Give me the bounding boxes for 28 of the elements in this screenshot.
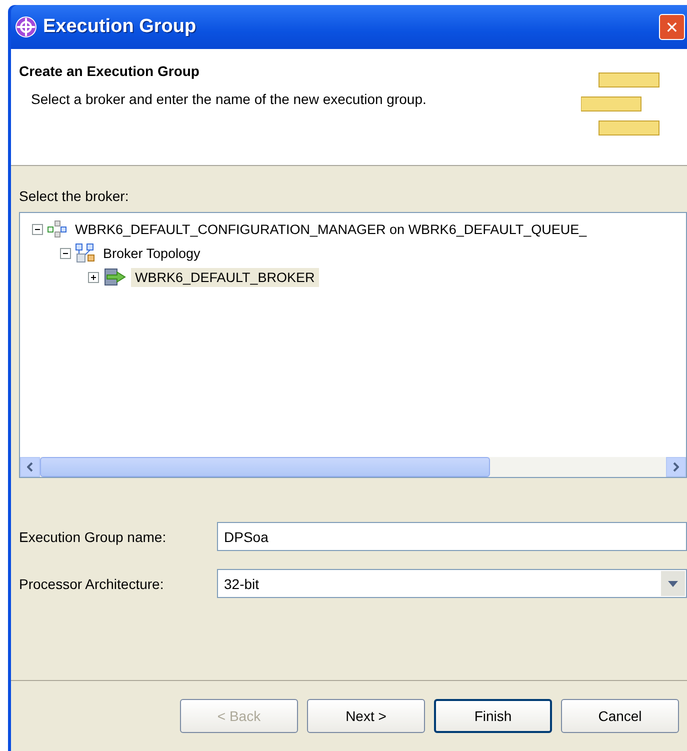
scroll-left-button[interactable] (20, 457, 40, 477)
close-button[interactable]: ✕ (659, 14, 685, 40)
chevron-left-icon (27, 462, 33, 472)
scroll-right-button[interactable] (666, 457, 686, 477)
wizard-title: Create an Execution Group (19, 63, 200, 79)
chevron-right-icon (673, 462, 679, 472)
window-title: Execution Group (43, 16, 198, 38)
architecture-dropdown[interactable]: 32-bit (217, 569, 687, 598)
name-input-field[interactable]: DPSoa (217, 522, 687, 551)
collapse-toggle[interactable] (60, 248, 71, 258)
horizontal-scrollbar[interactable] (20, 457, 686, 477)
wizard-description: Select a broker and enter the name of the new execution group. (31, 91, 428, 107)
wizard-button[interactable]: Finish (434, 699, 552, 733)
server-arrow-icon (103, 268, 127, 286)
field-label: Execution Group name: (19, 528, 168, 544)
tree-item[interactable]: WBRK6_DEFAULT_BROKER (131, 268, 319, 286)
field-label: Processor Architecture: (19, 576, 165, 592)
collapse-toggle[interactable] (32, 224, 43, 234)
network-icon (47, 220, 67, 238)
expand-toggle[interactable] (88, 272, 99, 282)
dropdown-arrow-icon[interactable] (668, 580, 678, 586)
tree-item[interactable]: Broker Topology (99, 244, 204, 262)
wizard-button[interactable]: Next > (307, 699, 425, 733)
tree-label: Select the broker: (19, 188, 130, 204)
app-icon (15, 16, 37, 38)
hierarchy-icon (75, 243, 95, 263)
tree-item[interactable]: WBRK6_DEFAULT_CONFIGURATION_MANAGER on WBRK6_DEFAULT_QUEUE_ (71, 220, 591, 238)
wizard-button[interactable]: Cancel (561, 699, 679, 733)
